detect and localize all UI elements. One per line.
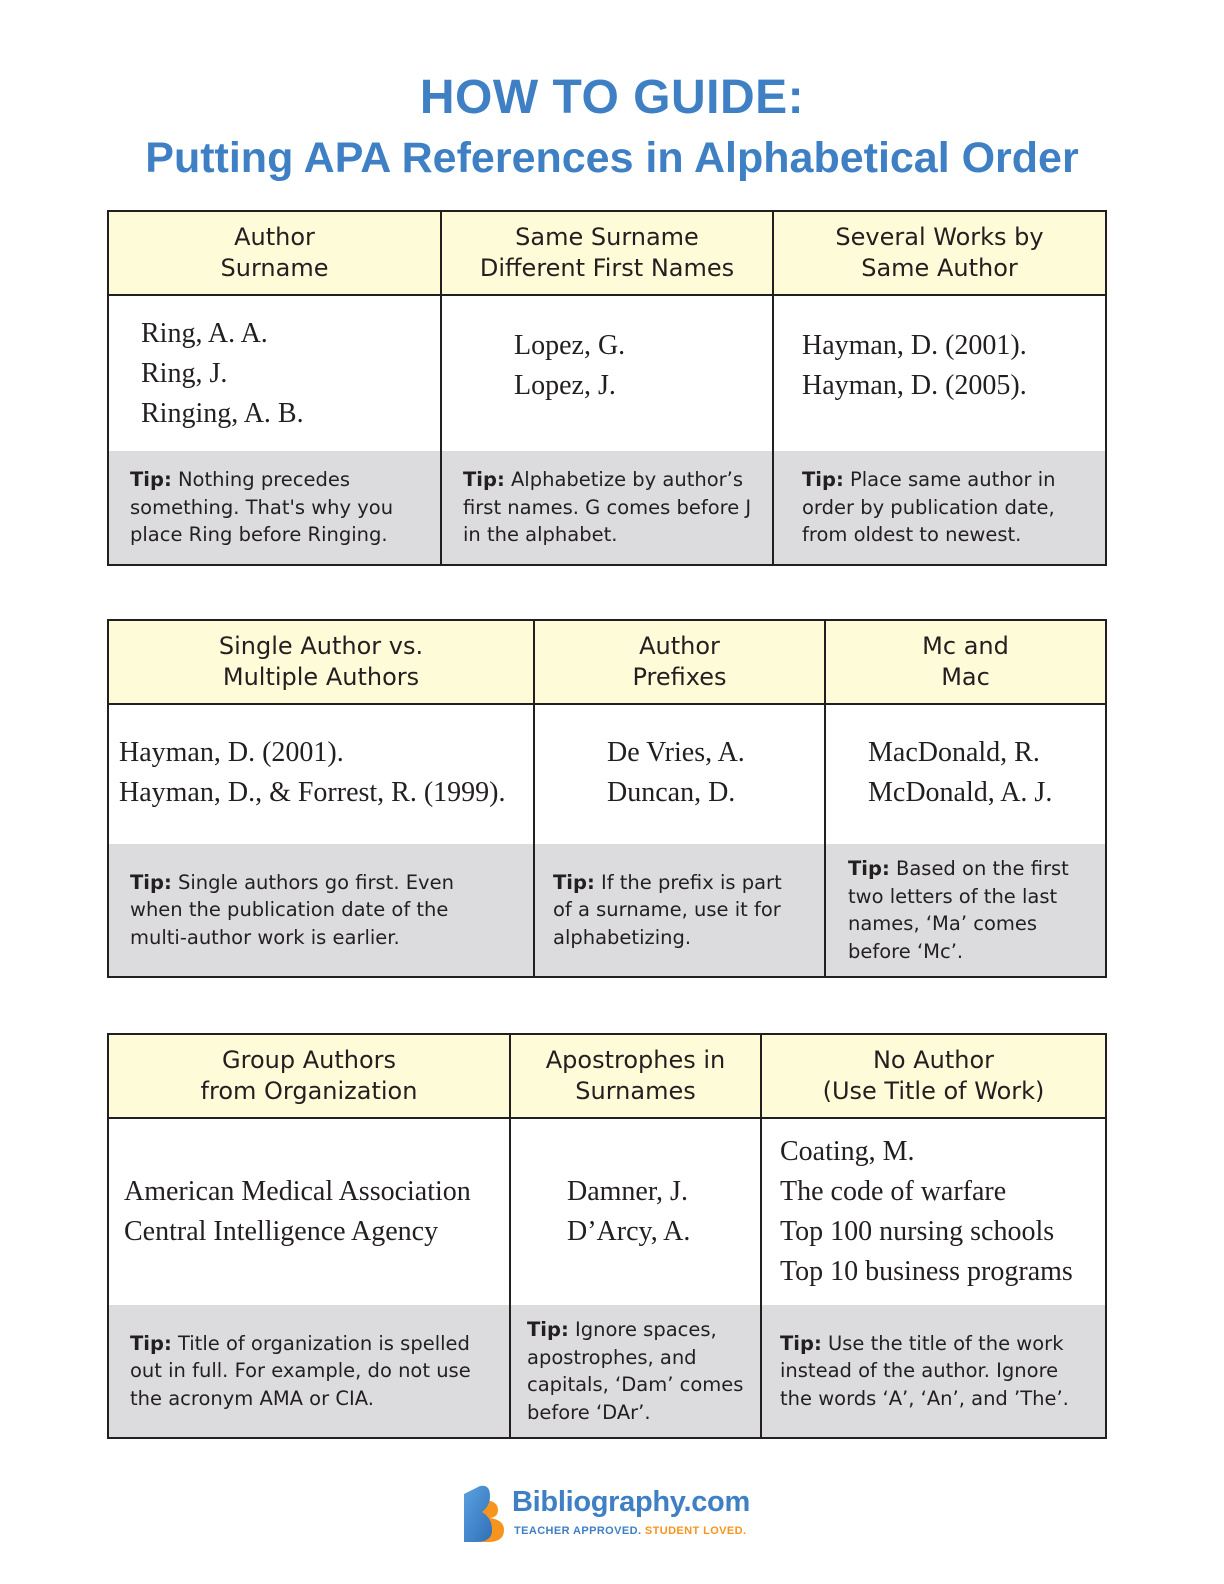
example-entry: Hayman, D., & Forrest, R. (1999). bbox=[119, 777, 506, 808]
tip-cell: Tip: Nothing precedes something. That's … bbox=[107, 451, 442, 566]
tip-label: Tip: bbox=[848, 857, 890, 880]
example-entry: MacDonald, R. bbox=[868, 737, 1040, 768]
examples-cell: Ring, A. A. Ring, J. Ringing, A. B. bbox=[107, 294, 442, 451]
logo-tagline: TEACHER APPROVED. STUDENT LOVED. bbox=[514, 1525, 747, 1537]
tip-cell: Tip: Single authors go first. Even when … bbox=[107, 844, 535, 978]
example-entry: Lopez, G. bbox=[514, 330, 626, 361]
guide-subtitle: Putting APA References in Alphabetical O… bbox=[145, 134, 1079, 182]
tip-cell: Tip: If the prefix is part of a surname,… bbox=[533, 844, 826, 978]
column-header-author-prefixes: Author Prefixes bbox=[533, 619, 826, 705]
example-entry: De Vries, A. bbox=[607, 737, 745, 768]
example-entry: Top 100 nursing schools bbox=[780, 1216, 1055, 1247]
tip-label: Tip: bbox=[527, 1318, 569, 1341]
column-header-author-surname: Author Surname bbox=[107, 210, 442, 296]
examples-cell: Damner, J. D’Arcy, A. bbox=[509, 1117, 762, 1305]
example-entry: McDonald, A. J. bbox=[868, 777, 1053, 808]
tip-label: Tip: bbox=[802, 468, 844, 492]
guide-table-3: Group Authors from Organization Apostrop… bbox=[107, 1033, 1107, 1439]
example-entry: The code of warfare bbox=[780, 1176, 1007, 1207]
tip-cell: Tip: Use the title of the work instead o… bbox=[760, 1305, 1107, 1439]
examples-cell: Hayman, D. (2001). Hayman, D., & Forrest… bbox=[107, 703, 535, 844]
examples-cell: Coating, M. The code of warfare Top 100 … bbox=[760, 1117, 1107, 1305]
logo-name: Bibliography.com bbox=[512, 1486, 750, 1518]
example-entry: Central Intelligence Agency bbox=[124, 1216, 439, 1247]
column-header-no-author: No Author (Use Title of Work) bbox=[760, 1033, 1107, 1119]
example-entry: Ring, A. A. bbox=[141, 318, 268, 349]
example-entry: D’Arcy, A. bbox=[567, 1216, 691, 1247]
example-entry: Duncan, D. bbox=[607, 777, 736, 808]
tip-cell: Tip: Based on the first two letters of t… bbox=[824, 844, 1107, 978]
tip-text: Single authors go first. Even when the p… bbox=[130, 870, 454, 949]
tip-text: Alphabetize by author’s first names. G c… bbox=[463, 468, 752, 547]
column-header-single-vs-multiple: Single Author vs. Multiple Authors bbox=[107, 619, 535, 705]
tip-label: Tip: bbox=[130, 468, 172, 492]
tip-label: Tip: bbox=[463, 468, 505, 492]
example-entry: Ring, J. bbox=[141, 358, 228, 389]
column-header-group-authors: Group Authors from Organization bbox=[107, 1033, 511, 1119]
examples-cell: MacDonald, R. McDonald, A. J. bbox=[824, 703, 1107, 844]
tip-label: Tip: bbox=[780, 1331, 822, 1355]
example-entry: Ringing, A. B. bbox=[141, 398, 304, 429]
bibliography-logo[interactable]: Bibliography.com TEACHER APPROVED. STUDE… bbox=[462, 1484, 762, 1544]
column-header-apostrophes: Apostrophes in Surnames bbox=[509, 1033, 762, 1119]
tip-text: Title of organization is spelled out in … bbox=[130, 1331, 471, 1410]
tip-cell: Tip: Alphabetize by author’s first names… bbox=[440, 451, 774, 566]
column-header-same-surname: Same Surname Different First Names bbox=[440, 210, 774, 296]
column-header-mc-and-mac: Mc and Mac bbox=[824, 619, 1107, 705]
column-header-several-works: Several Works by Same Author bbox=[772, 210, 1107, 296]
guide-table-1: Author Surname Same Surname Different Fi… bbox=[107, 210, 1107, 566]
example-entry: Hayman, D. (2005). bbox=[802, 370, 1027, 401]
tip-label: Tip: bbox=[130, 1331, 172, 1355]
example-entry: Coating, M. bbox=[780, 1136, 915, 1167]
example-entry: American Medical Association bbox=[124, 1176, 471, 1207]
tip-cell: Tip: Ignore spaces, apostrophes, and cap… bbox=[509, 1305, 762, 1439]
tip-text: Use the title of the work instead of the… bbox=[780, 1331, 1069, 1410]
guide-title: HOW TO GUIDE: bbox=[419, 71, 805, 124]
example-entry: Lopez, J. bbox=[514, 370, 616, 401]
example-entry: Damner, J. bbox=[567, 1176, 688, 1207]
example-entry: Top 10 business programs bbox=[780, 1256, 1073, 1287]
tip-cell: Tip: Place same author in order by publi… bbox=[772, 451, 1107, 566]
examples-cell: American Medical Association Central Int… bbox=[107, 1117, 511, 1305]
guide-table-2: Single Author vs. Multiple Authors Autho… bbox=[107, 619, 1107, 978]
example-entry: Hayman, D. (2001). bbox=[119, 737, 344, 768]
tip-cell: Tip: Title of organization is spelled ou… bbox=[107, 1305, 511, 1439]
tip-label: Tip: bbox=[553, 870, 595, 894]
examples-cell: De Vries, A. Duncan, D. bbox=[533, 703, 826, 844]
example-entry: Hayman, D. (2001). bbox=[802, 330, 1027, 361]
tip-label: Tip: bbox=[130, 870, 172, 894]
examples-cell: Lopez, G. Lopez, J. bbox=[440, 294, 774, 451]
bibliography-b-logo-icon bbox=[464, 1485, 504, 1542]
examples-cell: Hayman, D. (2001). Hayman, D. (2005). bbox=[772, 294, 1107, 451]
